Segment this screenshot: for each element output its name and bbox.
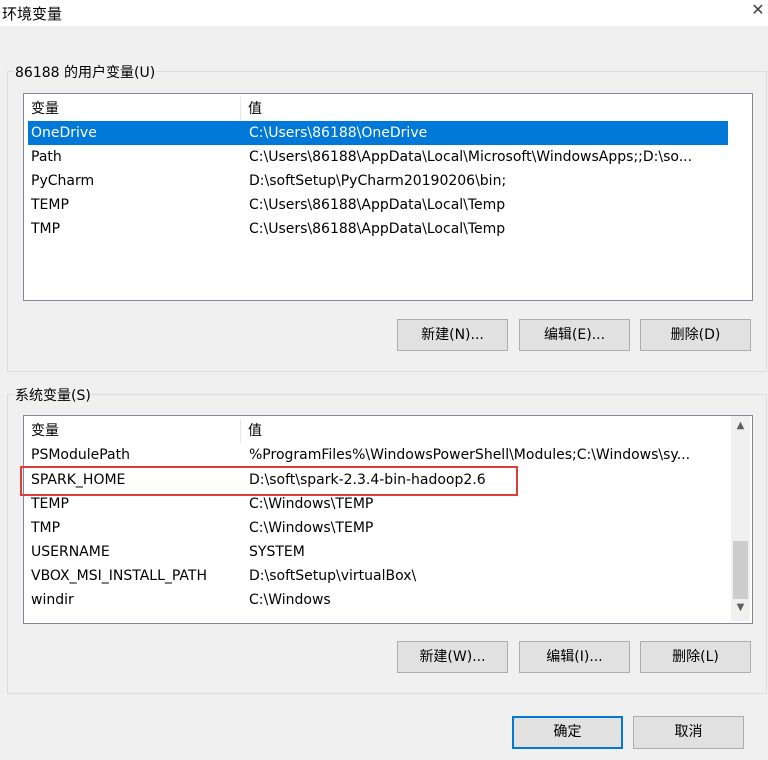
system-delete-button[interactable]: 删除(L) <box>640 641 751 673</box>
var-name: TMP <box>31 221 61 237</box>
var-value: C:\Users\86188\AppData\Local\Temp <box>249 197 506 213</box>
system-vars-scrollbar[interactable]: ▲ ▼ <box>731 416 750 621</box>
var-name: PSModulePath <box>31 447 130 463</box>
ok-button[interactable]: 确定 <box>512 716 623 749</box>
highlight-box <box>20 466 518 496</box>
system-vars-list[interactable]: 变量 值 PSModulePath %ProgramFiles%\Windows… <box>23 415 753 624</box>
window-title: 环境变量 <box>2 5 63 23</box>
user-var-row-tmp[interactable]: TMP C:\Users\86188\AppData\Local\Temp <box>28 217 728 241</box>
scroll-up-icon[interactable]: ▲ <box>731 420 750 431</box>
var-name: OneDrive <box>31 125 97 141</box>
var-value: D:\softSetup\PyCharm20190206\bin; <box>249 173 507 189</box>
system-new-button[interactable]: 新建(W)... <box>397 641 508 673</box>
cancel-button[interactable]: 取消 <box>633 716 744 749</box>
column-header-value[interactable]: 值 <box>241 97 421 121</box>
column-header-name[interactable]: 变量 <box>24 419 241 443</box>
var-value: C:\Windows <box>249 592 331 608</box>
user-vars-group-label: 86188 的用户变量(U) <box>14 62 157 82</box>
var-name: TMP <box>31 520 61 536</box>
system-var-row-windir[interactable]: windir C:\Windows <box>28 588 728 612</box>
user-edit-button[interactable]: 编辑(E)... <box>519 319 630 351</box>
system-vars-group-label: 系统变量(S) <box>14 385 92 405</box>
close-icon[interactable]: ✕ <box>749 0 767 19</box>
user-var-row-pycharm[interactable]: PyCharm D:\softSetup\PyCharm20190206\bin… <box>28 169 728 193</box>
system-var-row-vbox-msi-install-path[interactable]: VBOX_MSI_INSTALL_PATH D:\softSetup\virtu… <box>28 564 728 588</box>
var-name: windir <box>31 592 74 608</box>
user-delete-button[interactable]: 删除(D) <box>640 319 751 351</box>
var-value: C:\Users\86188\OneDrive <box>249 125 428 141</box>
column-header-name[interactable]: 变量 <box>24 97 241 121</box>
column-header-value[interactable]: 值 <box>241 419 421 443</box>
var-name: VBOX_MSI_INSTALL_PATH <box>31 568 207 584</box>
var-value: C:\Users\86188\AppData\Local\Microsoft\W… <box>249 149 693 165</box>
scroll-down-icon[interactable]: ▼ <box>731 602 750 613</box>
system-var-row-username[interactable]: USERNAME SYSTEM <box>28 540 728 564</box>
var-value: C:\Windows\TEMP <box>249 520 374 536</box>
system-var-row-psmodulepath[interactable]: PSModulePath %ProgramFiles%\WindowsPower… <box>28 443 728 467</box>
var-value: SYSTEM <box>249 544 305 560</box>
user-new-button[interactable]: 新建(N)... <box>397 319 508 351</box>
var-value: %ProgramFiles%\WindowsPowerShell\Modules… <box>249 447 691 463</box>
system-var-row-tmp[interactable]: TMP C:\Windows\TEMP <box>28 516 728 540</box>
var-value: D:\softSetup\virtualBox\ <box>249 568 417 584</box>
var-name: TEMP <box>31 197 69 213</box>
var-name: PyCharm <box>31 173 95 189</box>
system-edit-button[interactable]: 编辑(I)... <box>519 641 630 673</box>
title-bar: 环境变量 ✕ <box>0 0 768 26</box>
var-name: Path <box>31 149 62 165</box>
user-vars-list[interactable]: 变量 值 OneDrive C:\Users\86188\OneDrive Pa… <box>23 93 753 301</box>
scrollbar-thumb[interactable] <box>733 541 748 599</box>
user-var-row-onedrive[interactable]: OneDrive C:\Users\86188\OneDrive <box>28 121 728 145</box>
user-var-row-path[interactable]: Path C:\Users\86188\AppData\Local\Micros… <box>28 145 728 169</box>
var-value: C:\Users\86188\AppData\Local\Temp <box>249 221 506 237</box>
var-name: USERNAME <box>31 544 110 560</box>
user-var-row-temp[interactable]: TEMP C:\Users\86188\AppData\Local\Temp <box>28 193 728 217</box>
